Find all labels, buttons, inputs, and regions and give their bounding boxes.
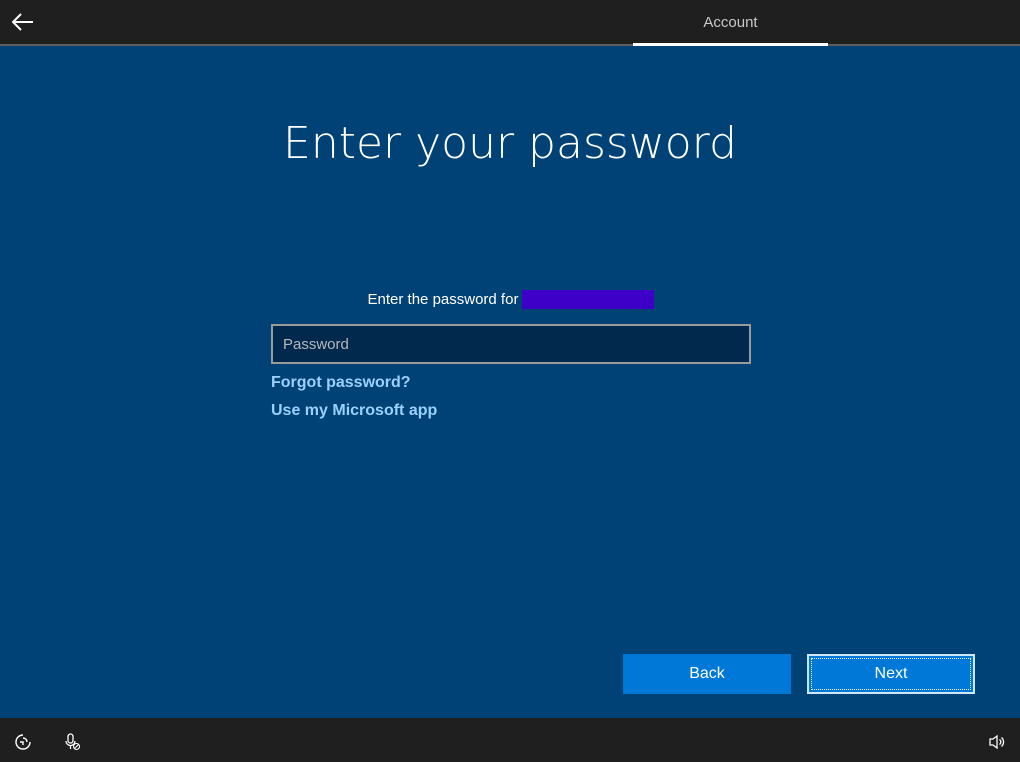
back-button[interactable]: Back [623, 654, 791, 694]
redacted-account-name [522, 290, 655, 309]
top-divider [0, 44, 1020, 46]
bottom-bar [0, 718, 1020, 762]
tab-account[interactable]: Account [633, 0, 828, 44]
ease-of-access-icon[interactable] [14, 733, 32, 751]
back-button-label: Back [689, 665, 725, 682]
use-microsoft-app-link[interactable]: Use my Microsoft app [271, 402, 437, 420]
volume-icon[interactable] [988, 733, 1006, 751]
tab-selected-underline [633, 43, 828, 46]
password-prompt: Enter the password for [271, 290, 751, 309]
password-prompt-text: Enter the password for [367, 291, 519, 308]
focus-ring [811, 658, 971, 690]
back-arrow-icon[interactable] [10, 8, 36, 36]
password-input[interactable] [271, 324, 751, 364]
page-title: Enter your password [283, 118, 737, 169]
next-button[interactable]: Next [807, 654, 975, 694]
top-bar [0, 0, 1020, 44]
microphone-icon[interactable] [63, 733, 81, 751]
forgot-password-link[interactable]: Forgot password? [271, 374, 411, 392]
